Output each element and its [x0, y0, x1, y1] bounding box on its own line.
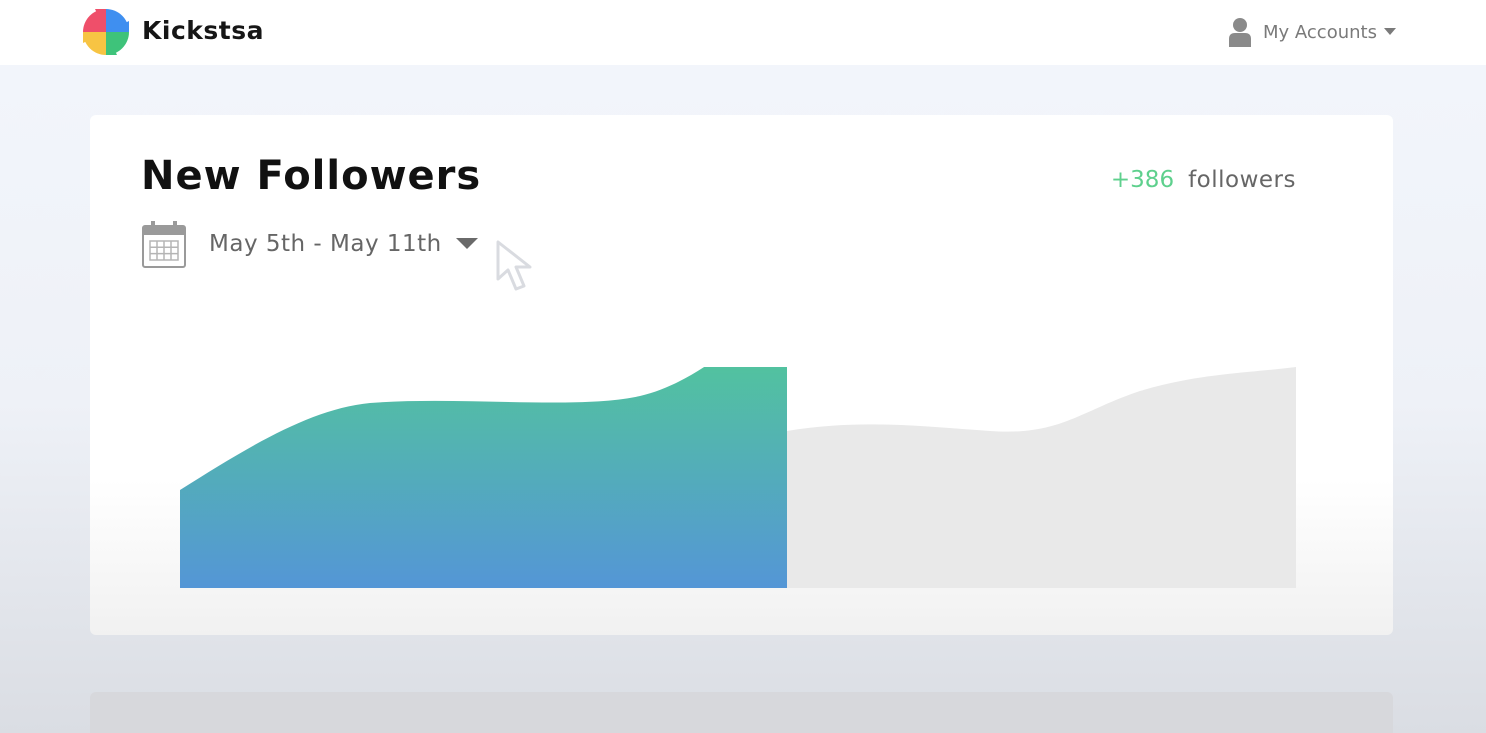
calendar-icon	[142, 221, 186, 268]
chevron-down-icon	[1383, 28, 1396, 35]
secondary-card	[90, 692, 1393, 733]
followers-summary: +386 followers	[1111, 167, 1296, 193]
my-accounts-label: My Accounts	[1263, 21, 1377, 43]
current-followers-area	[180, 367, 787, 588]
brand-logo-icon[interactable]	[81, 7, 131, 57]
date-range-selector[interactable]: May 5th - May 11th	[141, 219, 478, 269]
my-accounts-menu[interactable]: My Accounts	[1228, 16, 1396, 48]
chevron-down-icon	[455, 238, 478, 249]
follower-unit: followers	[1188, 167, 1296, 193]
date-range-label: May 5th - May 11th	[209, 231, 442, 257]
top-bar: Kickstsa My Accounts	[0, 0, 1486, 65]
new-followers-card: New Followers +386 followers May 5th - Ma…	[90, 115, 1393, 635]
mouse-cursor-icon	[496, 240, 532, 291]
follower-count: +386	[1110, 167, 1175, 193]
future-followers-area	[787, 367, 1296, 588]
brand-name: Kickstsa	[142, 16, 264, 45]
card-title: New Followers	[141, 153, 482, 199]
user-icon	[1229, 18, 1251, 47]
followers-area-chart	[180, 367, 1296, 588]
